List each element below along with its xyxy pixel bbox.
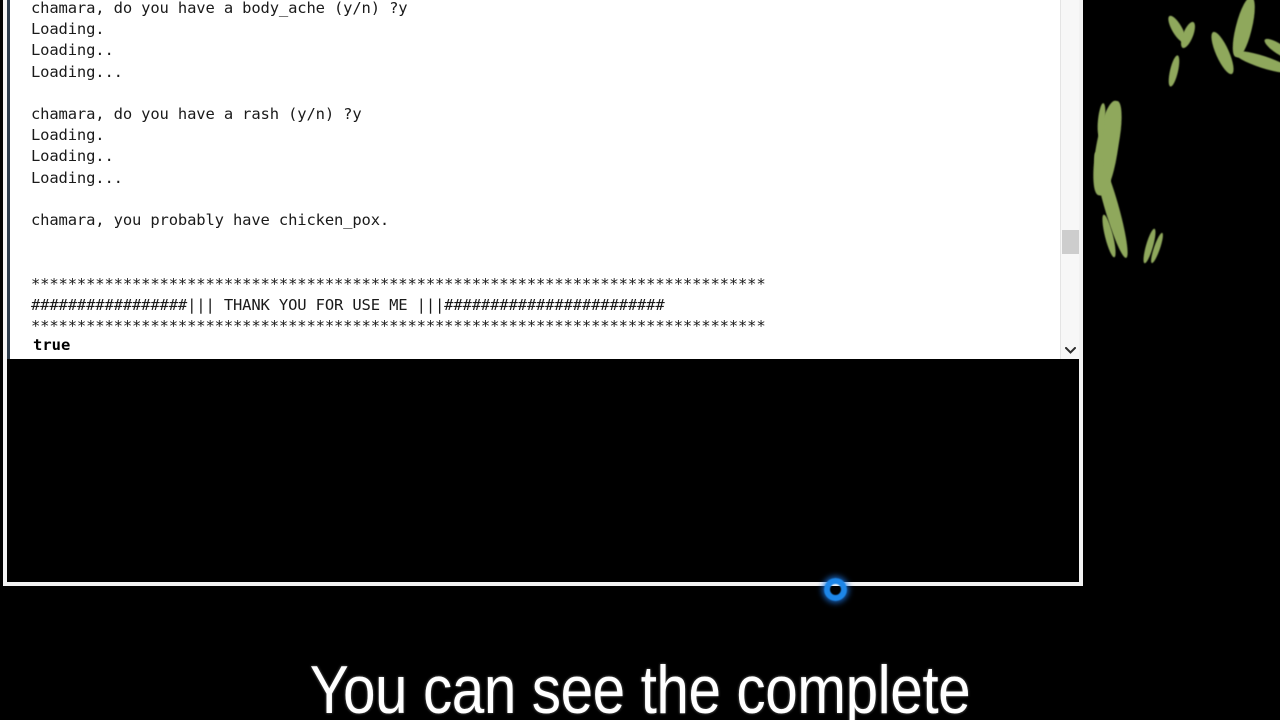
console-return-value: true bbox=[33, 336, 71, 354]
subtitle-caption: You can see the complete bbox=[309, 652, 971, 720]
console-window[interactable]: chamara, do you have a body_ache (y/n) ?… bbox=[3, 0, 1083, 586]
busy-ring-cursor-icon bbox=[824, 578, 847, 601]
vertical-scrollbar[interactable] bbox=[1060, 0, 1079, 359]
leaf-blade-icon bbox=[1228, 0, 1260, 60]
scrollbar-thumb[interactable] bbox=[1062, 230, 1079, 254]
chevron-down-icon[interactable] bbox=[1061, 342, 1079, 359]
leaf-blade-icon bbox=[1166, 54, 1182, 88]
console-output-panel[interactable]: chamara, do you have a body_ache (y/n) ?… bbox=[7, 0, 1079, 359]
console-output-text: chamara, do you have a body_ache (y/n) ?… bbox=[31, 0, 766, 336]
